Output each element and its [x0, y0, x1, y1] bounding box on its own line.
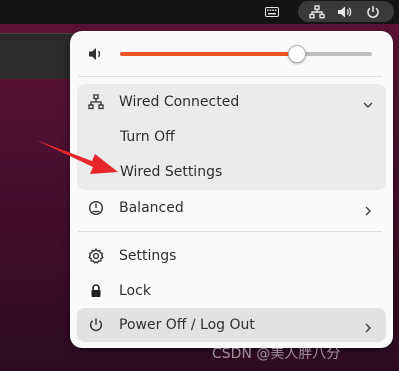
power-mode-label: Balanced [119, 200, 184, 216]
lock-icon [88, 283, 104, 299]
power-icon [88, 317, 104, 333]
wired-connection-label: Wired Connected [119, 94, 240, 110]
volume-slider-track[interactable] [120, 52, 372, 56]
power-mode-item[interactable]: Balanced [77, 191, 386, 225]
keyboard-icon[interactable] [264, 0, 280, 24]
lock-item[interactable]: Lock [77, 274, 386, 308]
wired-connection-header[interactable]: Wired Connected [77, 85, 386, 119]
chevron-right-icon [362, 202, 374, 216]
separator [78, 231, 382, 232]
network-wired-icon [308, 0, 326, 24]
network-wired-icon [88, 94, 104, 110]
volume-icon [336, 0, 354, 24]
settings-item[interactable]: Settings [77, 239, 386, 273]
gear-icon [88, 248, 104, 264]
volume-row [70, 39, 393, 69]
power-off-logout-label: Power Off / Log Out [119, 317, 255, 333]
wired-settings-label: Wired Settings [120, 164, 223, 180]
chevron-down-icon [362, 96, 374, 109]
volume-slider-handle[interactable] [288, 45, 306, 63]
system-status-area[interactable] [298, 1, 394, 22]
separator [78, 76, 382, 77]
power-icon [364, 0, 382, 24]
chevron-right-icon [362, 319, 374, 333]
annotation-arrow [36, 140, 118, 174]
system-menu-panel: Wired Connected Turn Off Wired Settings … [70, 31, 393, 348]
lock-label: Lock [119, 283, 151, 299]
power-profile-icon [88, 200, 104, 216]
turn-off-label: Turn Off [120, 129, 175, 145]
top-bar [0, 0, 399, 24]
settings-label: Settings [119, 248, 177, 264]
volume-icon [88, 46, 104, 62]
volume-slider-fill [120, 52, 296, 56]
power-off-logout-item[interactable]: Power Off / Log Out [77, 308, 386, 342]
watermark: CSDN @美人胖八分 [212, 346, 341, 362]
